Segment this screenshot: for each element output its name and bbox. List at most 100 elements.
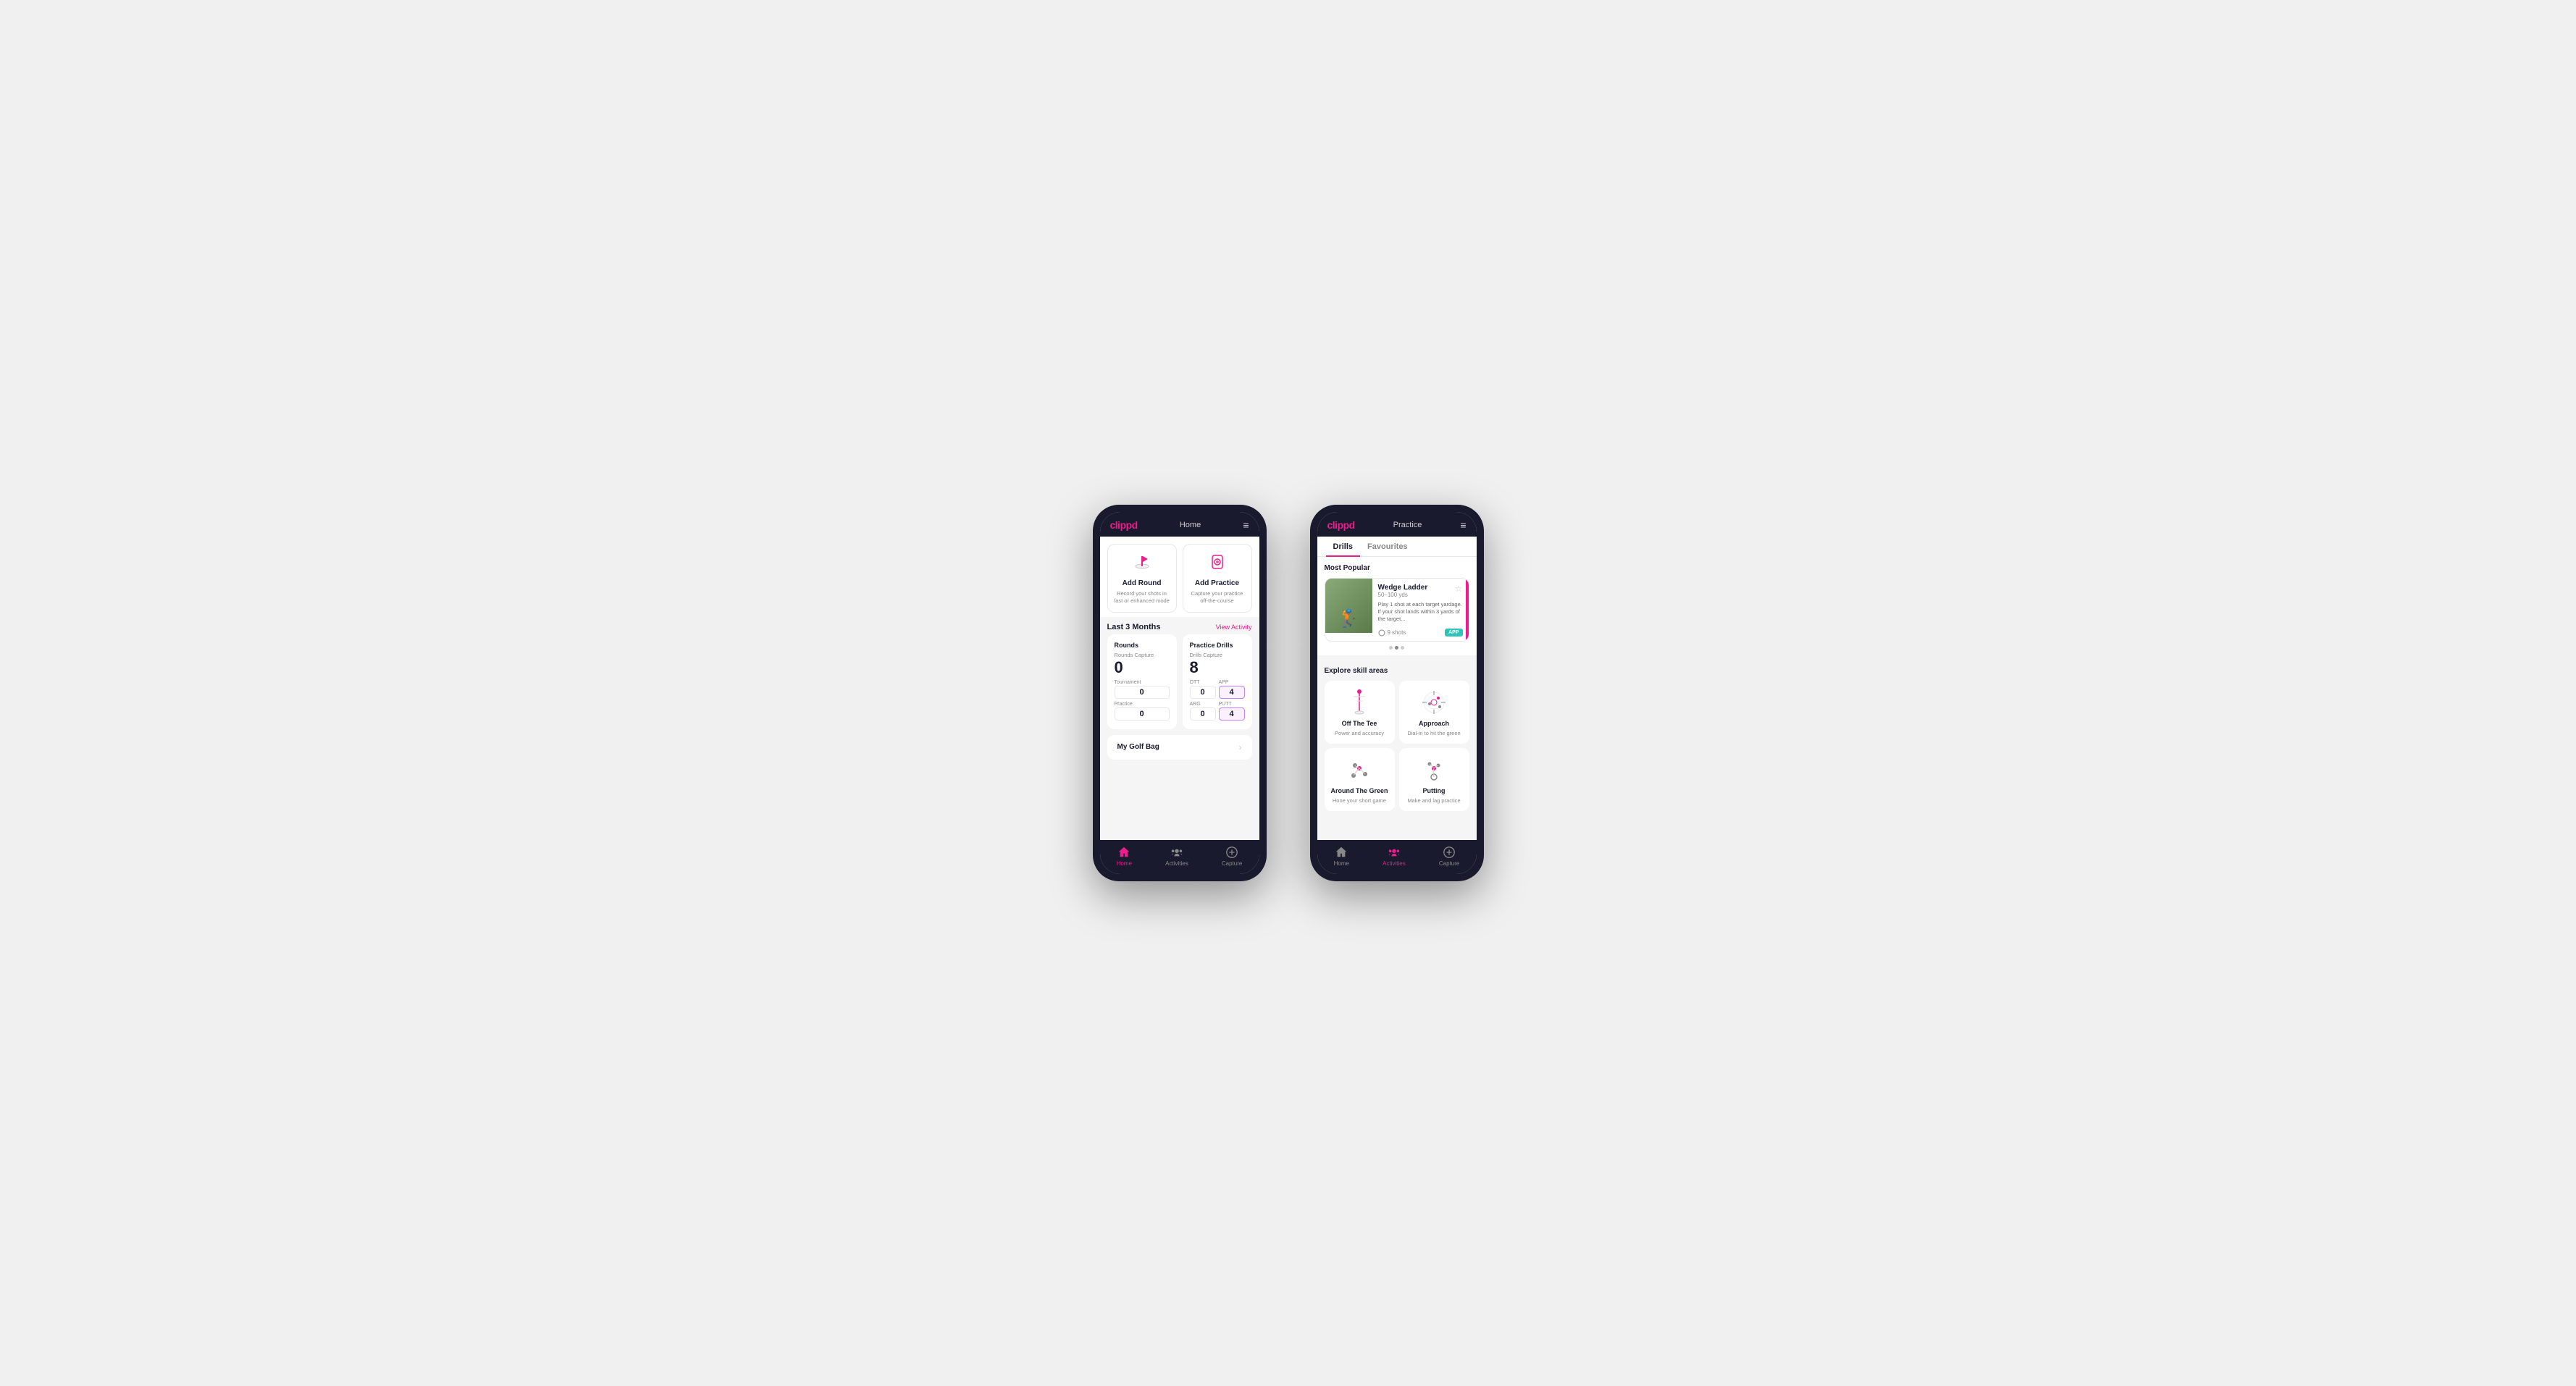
nav-activities[interactable]: Activities [1165, 846, 1188, 867]
practice-bottom-nav: Home Activities Captu [1317, 840, 1477, 874]
off-the-tee-icon [1343, 688, 1375, 717]
app-value: 4 [1219, 686, 1245, 699]
explore-title: Explore skill areas [1325, 667, 1469, 675]
nav-capture[interactable]: Capture [1222, 846, 1242, 867]
around-green-desc: Hone your short game [1333, 797, 1386, 804]
capture-nav-icon [1225, 846, 1238, 859]
most-popular-title: Most Popular [1325, 564, 1469, 572]
around-green-title: Around The Green [1330, 787, 1388, 794]
drill-card-wedge-ladder[interactable]: 🏌️ Wedge Ladder 50–100 yds ☆ [1325, 578, 1469, 642]
drill-description: Play 1 shot at each target yardage. If y… [1378, 601, 1463, 623]
activities-nav-icon [1170, 846, 1183, 859]
practice-menu-icon[interactable]: ≡ [1460, 519, 1466, 531]
app-label: APP [1219, 680, 1245, 685]
app-cell: APP 4 [1219, 680, 1245, 699]
activity-section-header: Last 3 Months View Activity [1100, 617, 1259, 634]
stats-container: Rounds Rounds Capture 0 Tournament 0 Pra… [1100, 634, 1259, 735]
skill-putting[interactable]: Putting Make and lag practice [1399, 748, 1469, 811]
dot-1 [1389, 646, 1393, 650]
practice-title: Practice [1393, 521, 1422, 529]
drills-capture-value: 8 [1190, 660, 1245, 676]
practice-nav-home[interactable]: Home [1334, 846, 1349, 867]
carousel-dots [1325, 646, 1469, 650]
practice-nav-capture-label: Capture [1439, 860, 1459, 867]
arg-label: ARG [1190, 702, 1216, 707]
drill-title: Wedge Ladder [1378, 584, 1428, 592]
off-the-tee-desc: Power and accuracy [1335, 730, 1384, 736]
skill-grid: Off The Tee Power and accuracy [1325, 681, 1469, 811]
drills-row-2: ARG 0 PUTT 4 [1190, 702, 1245, 721]
explore-section: Explore skill areas [1317, 661, 1477, 817]
add-practice-title: Add Practice [1195, 579, 1239, 587]
off-the-tee-title: Off The Tee [1342, 720, 1377, 727]
golf-bag-row[interactable]: My Golf Bag › [1107, 735, 1252, 760]
drill-yardage: 50–100 yds [1378, 592, 1428, 598]
nav-capture-label: Capture [1222, 860, 1242, 867]
practice-scroll-content: Most Popular 🏌️ Wedge Ladder [1317, 557, 1477, 840]
tab-drills[interactable]: Drills [1326, 537, 1361, 557]
ott-value: 0 [1190, 686, 1216, 699]
skill-approach[interactable]: Approach Dial-in to hit the green [1399, 681, 1469, 744]
practice-activities-icon [1388, 846, 1401, 859]
golf-bag-label: My Golf Bag [1117, 743, 1159, 751]
home-header: clippd Home ≡ [1100, 512, 1259, 537]
add-practice-card[interactable]: Add Practice Capture your practice off-t… [1183, 544, 1252, 613]
practice-value: 0 [1115, 707, 1170, 721]
rounds-title: Rounds [1115, 642, 1170, 649]
skill-around-green[interactable]: Around The Green Hone your short game [1325, 748, 1395, 811]
putt-label: PUTT [1219, 702, 1245, 707]
tab-favourites[interactable]: Favourites [1360, 537, 1415, 557]
golfer-silhouette: 🏌️ [1338, 608, 1359, 629]
quick-actions-section: Add Round Record your shots in fast or e… [1100, 537, 1259, 617]
around-green-icon [1343, 755, 1375, 784]
phone-home: clippd Home ≡ Add Round Record your [1093, 505, 1267, 881]
home-nav-icon [1117, 846, 1130, 859]
practice-capture-icon [1443, 846, 1456, 859]
arg-cell: ARG 0 [1190, 702, 1216, 721]
skill-off-the-tee[interactable]: Off The Tee Power and accuracy [1325, 681, 1395, 744]
home-bottom-nav: Home Activities Captu [1100, 840, 1259, 874]
dot-2 [1395, 646, 1398, 650]
arg-value: 0 [1190, 707, 1216, 721]
app-logo: clippd [1110, 519, 1138, 531]
nav-home-label: Home [1117, 860, 1132, 867]
menu-icon[interactable]: ≡ [1243, 519, 1249, 531]
approach-title: Approach [1419, 720, 1449, 727]
add-round-icon [1132, 552, 1152, 576]
add-round-title: Add Round [1123, 579, 1162, 587]
drills-row-1: OTT 0 APP 4 [1190, 680, 1245, 699]
ott-cell: OTT 0 [1190, 680, 1216, 699]
practice-nav-activities[interactable]: Activities [1383, 846, 1406, 867]
practice-home-icon [1335, 846, 1348, 859]
practice-label: Practice [1115, 702, 1170, 707]
drill-favourite-icon[interactable]: ☆ [1455, 584, 1463, 594]
dot-3 [1401, 646, 1404, 650]
practice-header: clippd Practice ≡ [1317, 512, 1477, 537]
drills-title: Practice Drills [1190, 642, 1245, 649]
practice-nav-capture[interactable]: Capture [1439, 846, 1459, 867]
add-round-desc: Record your shots in fast or enhanced mo… [1114, 590, 1170, 605]
approach-desc: Dial-in to hit the green [1407, 730, 1460, 736]
add-round-card[interactable]: Add Round Record your shots in fast or e… [1107, 544, 1177, 613]
view-activity-link[interactable]: View Activity [1216, 623, 1252, 631]
add-practice-icon [1207, 552, 1228, 576]
home-scroll-content: Add Round Record your shots in fast or e… [1100, 537, 1259, 840]
home-title: Home [1180, 521, 1201, 529]
putt-value: 4 [1219, 707, 1245, 721]
ott-label: OTT [1190, 680, 1216, 685]
rounds-capture-value: 0 [1115, 660, 1170, 676]
golf-bag-chevron-icon: › [1239, 742, 1242, 752]
putting-icon [1418, 755, 1450, 784]
putting-desc: Make and lag practice [1407, 797, 1460, 804]
rounds-capture-label: Rounds Capture [1115, 652, 1170, 658]
nav-activities-label: Activities [1165, 860, 1188, 867]
most-popular-section: Most Popular 🏌️ Wedge Ladder [1317, 557, 1477, 655]
approach-icon [1418, 688, 1450, 717]
rounds-card: Rounds Rounds Capture 0 Tournament 0 Pra… [1107, 634, 1177, 729]
drills-card: Practice Drills Drills Capture 8 OTT 0 A… [1183, 634, 1252, 729]
practice-nav-activities-label: Activities [1383, 860, 1406, 867]
add-practice-desc: Capture your practice off-the-course [1189, 590, 1246, 605]
drill-card-image: 🏌️ [1325, 579, 1372, 633]
nav-home[interactable]: Home [1117, 846, 1132, 867]
practice-nav-home-label: Home [1334, 860, 1349, 867]
